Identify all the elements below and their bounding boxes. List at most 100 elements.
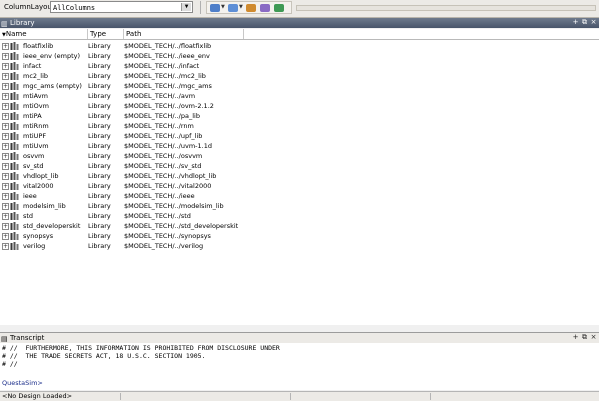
- undock-icon[interactable]: ⧉: [581, 334, 588, 341]
- library-icon: [10, 42, 19, 50]
- library-type: Library: [88, 52, 111, 60]
- library-type: Library: [88, 72, 111, 80]
- library-type: Library: [88, 232, 111, 240]
- column-layout-value: AllColumns: [53, 4, 96, 12]
- column-layout-select[interactable]: AllColumns ▼: [50, 1, 193, 13]
- library-icon: [10, 162, 19, 170]
- toolbar-button-group: ▼ ▼: [206, 1, 292, 14]
- library-type: Library: [88, 222, 111, 230]
- library-name: floatfixlib: [23, 42, 54, 50]
- library-row[interactable]: + std_developerskit Library $MODEL_TECH/../…: [0, 221, 599, 231]
- expand-icon[interactable]: +: [2, 183, 9, 190]
- library-name: mtiUPF: [23, 132, 47, 140]
- library-row[interactable]: + std Library $MODEL_TECH/../std: [0, 211, 599, 221]
- library-name: ieee: [23, 192, 37, 200]
- library-path: $MODEL_TECH/../modelsim_lib: [124, 202, 224, 210]
- library-row[interactable]: + mtiUPF Library $MODEL_TECH/../upf_lib: [0, 131, 599, 141]
- library-row[interactable]: + sv_std Library $MODEL_TECH/../sv_std: [0, 161, 599, 171]
- expand-icon[interactable]: +: [2, 203, 9, 210]
- expand-icon[interactable]: +: [2, 243, 9, 250]
- library-row[interactable]: + modelsim_lib Library $MODEL_TECH/../model…: [0, 201, 599, 211]
- expand-icon[interactable]: +: [2, 193, 9, 200]
- library-type: Library: [88, 162, 111, 170]
- expand-icon[interactable]: +: [2, 43, 9, 50]
- expand-icon[interactable]: +: [2, 93, 9, 100]
- library-icon: [10, 122, 19, 130]
- expand-icon[interactable]: +: [2, 63, 9, 70]
- column-layout-label: ColumnLayout: [4, 3, 55, 11]
- chevron-down-icon[interactable]: ▼: [221, 4, 225, 10]
- library-row[interactable]: + floatfixlib Library $MODEL_TECH/../floatf…: [0, 41, 599, 51]
- chevron-down-icon[interactable]: ▼: [239, 4, 243, 10]
- library-row[interactable]: + mtiRnm Library $MODEL_TECH/../rnm: [0, 121, 599, 131]
- library-type: Library: [88, 102, 111, 110]
- chevron-down-icon[interactable]: ▼: [181, 3, 191, 11]
- expand-icon[interactable]: +: [2, 53, 9, 60]
- library-path: $MODEL_TECH/../std: [124, 212, 191, 220]
- library-name: vhdlopt_lib: [23, 172, 59, 180]
- library-path: $MODEL_TECH/../ieee_env: [124, 52, 210, 60]
- expand-icon[interactable]: +: [2, 103, 9, 110]
- close-icon[interactable]: ×: [590, 19, 597, 26]
- command-prompt[interactable]: QuestaSim>: [2, 379, 43, 387]
- library-name: verilog: [23, 242, 46, 250]
- maximize-icon[interactable]: +: [572, 334, 579, 341]
- expand-icon[interactable]: +: [2, 163, 9, 170]
- expand-icon[interactable]: +: [2, 233, 9, 240]
- library-row[interactable]: + synopsys Library $MODEL_TECH/../synopsys: [0, 231, 599, 241]
- library-type: Library: [88, 92, 111, 100]
- library-row[interactable]: + mtiOvm Library $MODEL_TECH/../ovm-2.1.2: [0, 101, 599, 111]
- library-icon: [10, 232, 19, 240]
- library-icon: ▥: [1, 20, 8, 28]
- sim-icon[interactable]: [210, 4, 220, 12]
- library-row[interactable]: + infact Library $MODEL_TECH/../infact: [0, 61, 599, 71]
- library-row[interactable]: + vhdlopt_lib Library $MODEL_TECH/../vhdlop…: [0, 171, 599, 181]
- expand-icon[interactable]: +: [2, 213, 9, 220]
- expand-icon[interactable]: +: [2, 73, 9, 80]
- library-row[interactable]: + mtiUvm Library $MODEL_TECH/../uvm-1.1d: [0, 141, 599, 151]
- library-type: Library: [88, 182, 111, 190]
- library-type: Library: [88, 192, 111, 200]
- expand-icon[interactable]: +: [2, 143, 9, 150]
- maximize-icon[interactable]: +: [572, 19, 579, 26]
- undock-icon[interactable]: ⧉: [581, 19, 588, 26]
- library-row[interactable]: + mc2_lib Library $MODEL_TECH/../mc2_lib: [0, 71, 599, 81]
- transcript-console[interactable]: # // FURTHERMORE, THIS INFORMATION IS PR…: [0, 343, 599, 390]
- close-icon[interactable]: ×: [590, 334, 597, 341]
- library-row[interactable]: + vital2000 Library $MODEL_TECH/../vital200…: [0, 181, 599, 191]
- transcript-pane-title: Transcript: [10, 334, 45, 342]
- library-row[interactable]: + mtiPA Library $MODEL_TECH/../pa_lib: [0, 111, 599, 121]
- break-icon[interactable]: [274, 4, 284, 12]
- library-name: synopsys: [23, 232, 54, 240]
- library-path: $MODEL_TECH/../vhdlopt_lib: [124, 172, 217, 180]
- library-pane-title: Library: [10, 19, 35, 27]
- refresh-icon[interactable]: [246, 4, 256, 12]
- library-row[interactable]: + osvvm Library $MODEL_TECH/../osvvm: [0, 151, 599, 161]
- column-header-name[interactable]: ▼Name: [0, 29, 88, 39]
- column-header-type[interactable]: Type: [88, 29, 124, 39]
- library-name: modelsim_lib: [23, 202, 66, 210]
- expand-icon[interactable]: +: [2, 133, 9, 140]
- library-row[interactable]: + mtiAvm Library $MODEL_TECH/../avm: [0, 91, 599, 101]
- library-path: $MODEL_TECH/../mc2_lib: [124, 72, 206, 80]
- library-path: $MODEL_TECH/../avm: [124, 92, 196, 100]
- library-name: mtiUvm: [23, 142, 49, 150]
- expand-icon[interactable]: +: [2, 223, 9, 230]
- expand-icon[interactable]: +: [2, 153, 9, 160]
- library-row[interactable]: + ieee Library $MODEL_TECH/../ieee: [0, 191, 599, 201]
- expand-icon[interactable]: +: [2, 123, 9, 130]
- library-path: $MODEL_TECH/../verilog: [124, 242, 204, 250]
- transcript-line: # // FURTHERMORE, THIS INFORMATION IS PR…: [2, 344, 280, 352]
- expand-icon[interactable]: +: [2, 173, 9, 180]
- expand-icon[interactable]: +: [2, 83, 9, 90]
- library-path: $MODEL_TECH/../ieee: [124, 192, 195, 200]
- library-row[interactable]: + verilog Library $MODEL_TECH/../verilog: [0, 241, 599, 251]
- library-row[interactable]: + mgc_ams (empty) Library $MODEL_TECH/../mg…: [0, 81, 599, 91]
- library-name: mtiAvm: [23, 92, 48, 100]
- library-row[interactable]: + ieee_env (empty) Library $MODEL_TECH/../i…: [0, 51, 599, 61]
- expand-icon[interactable]: +: [2, 113, 9, 120]
- column-header-path[interactable]: Path: [124, 29, 244, 39]
- library-path: $MODEL_TECH/../ovm-2.1.2: [124, 102, 214, 110]
- compile-all-icon[interactable]: [260, 4, 270, 12]
- compile-icon[interactable]: [228, 4, 238, 12]
